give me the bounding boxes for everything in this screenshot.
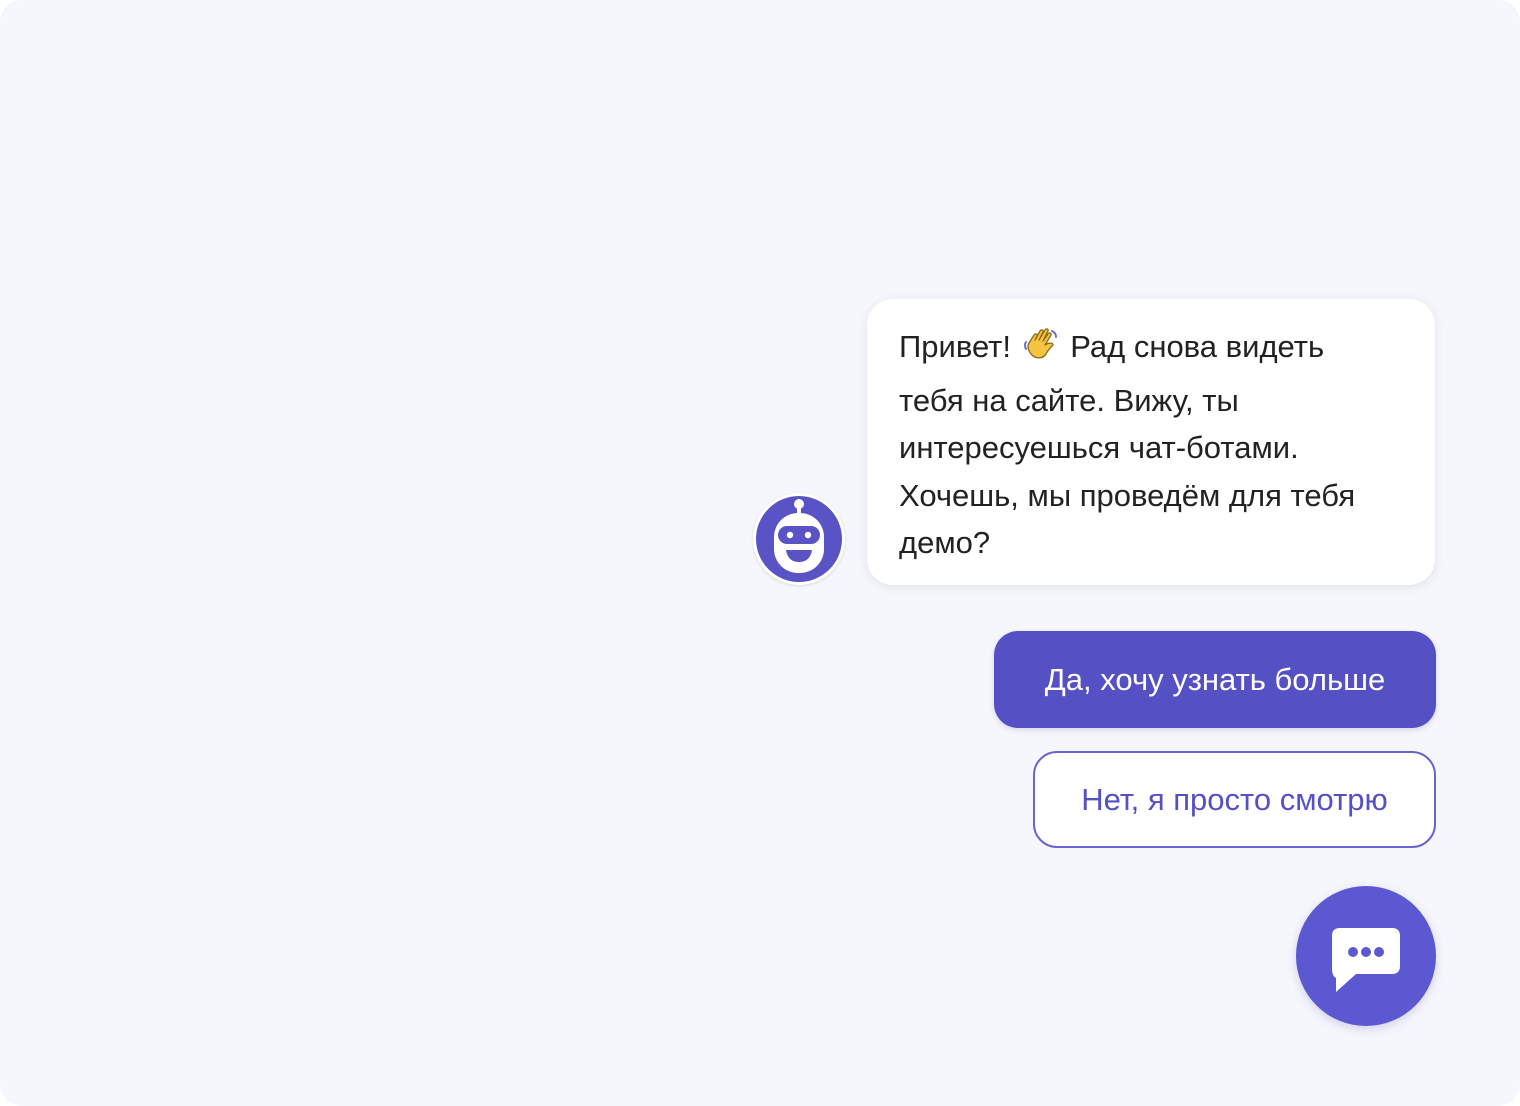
bot-message-line: демо? [899,525,991,560]
chat-launcher-button[interactable] [1296,886,1436,1026]
just-browsing-button[interactable]: Нет, я просто смотрю [1033,751,1436,848]
bot-message-bubble: Привет! Рад снова видеть тебя на сайте. … [867,299,1435,585]
bot-message-line: Привет! Рад снова видеть [899,323,1405,377]
bot-message-line: тебя на сайте. Вижу, ты [899,382,1239,418]
yes-learn-more-button[interactable]: Да, хочу узнать больше [994,631,1436,728]
bot-avatar [753,493,845,585]
bot-message-line: интересуешься чат-ботами. [899,430,1299,465]
chat-widget-page: Привет! Рад снова видеть тебя на сайте. … [0,0,1520,1106]
bot-message-line: Хочешь, мы проведём для тебя [899,477,1356,513]
bot-message-greeting: Привет! [899,329,1011,364]
robot-icon [774,499,824,573]
bot-message-text: Рад снова видеть [1070,329,1325,364]
waving-hand-icon [1022,325,1060,377]
chat-bubble-icon [1332,928,1400,992]
